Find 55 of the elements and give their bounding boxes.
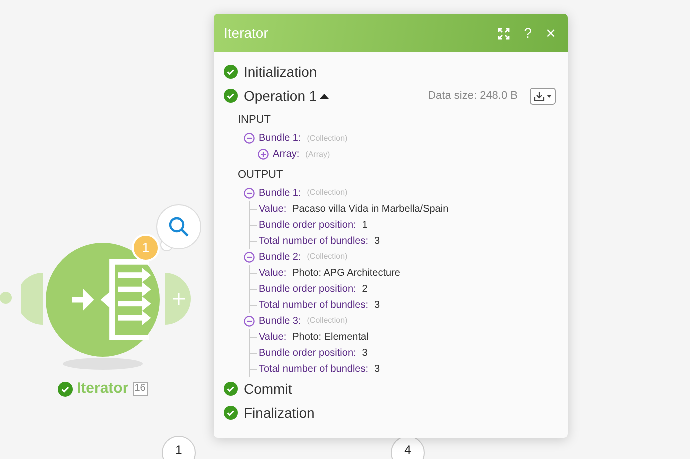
- field-key: Bundle 2:: [259, 250, 302, 264]
- module-id-badge: 16: [132, 382, 148, 396]
- field-key: Bundle 3:: [259, 314, 302, 328]
- field-type: (Collection): [307, 132, 348, 144]
- field-key: Value:: [259, 330, 287, 344]
- field-value: 3: [374, 234, 380, 248]
- collapse-icon[interactable]: [244, 316, 255, 326]
- field-value: 1: [362, 218, 368, 232]
- collapse-icon[interactable]: [244, 188, 255, 198]
- field-value: 2: [362, 282, 368, 296]
- field-type: (Array): [306, 148, 330, 160]
- field-key: Total number of bundles:: [259, 298, 369, 312]
- fullscreen-button[interactable]: [498, 26, 510, 40]
- field-key: Value:: [259, 266, 287, 280]
- section-heading: INPUT: [237, 113, 272, 128]
- download-button[interactable]: [530, 88, 556, 104]
- input-handle[interactable]: [21, 273, 43, 325]
- field-key: Bundle 1:: [259, 131, 302, 146]
- field-key: Bundle order position:: [259, 218, 356, 232]
- field-type: (Collection): [307, 187, 348, 199]
- field-type: (Collection): [307, 315, 348, 327]
- search-button[interactable]: [156, 204, 202, 250]
- expand-icon[interactable]: [258, 149, 269, 160]
- collapse-icon[interactable]: [244, 252, 255, 262]
- module-name: Iterator: [77, 379, 129, 399]
- canvas-node[interactable]: 1: [162, 436, 196, 459]
- field-key: Value:: [259, 202, 287, 216]
- field-key: Bundle order position:: [259, 346, 356, 360]
- field-type: (Collection): [307, 251, 348, 263]
- panel-title: Iterator: [224, 24, 270, 42]
- field-value: Pacaso villa Vida in Marbella/Spain: [292, 202, 449, 216]
- field-key: Total number of bundles:: [259, 362, 369, 376]
- collapse-icon[interactable]: [244, 133, 255, 144]
- add-handle[interactable]: [165, 273, 192, 325]
- fullscreen-icon: [498, 28, 510, 40]
- caret-icon: [547, 94, 552, 98]
- data-size: Data size: 248.0 B: [428, 88, 518, 104]
- field-value: Photo: Elemental: [292, 330, 369, 344]
- download-icon: [534, 90, 545, 102]
- field-key: Bundle 1:: [259, 186, 302, 200]
- phase-label[interactable]: Operation 1: [244, 86, 318, 106]
- connector-dot-icon: [0, 292, 12, 304]
- field-value: 3: [374, 298, 380, 312]
- field-key: Total number of bundles:: [259, 234, 369, 248]
- collapse-caret-icon[interactable]: [320, 92, 330, 100]
- section-heading: OUTPUT: [237, 168, 284, 182]
- phase-label: Finalization: [244, 404, 315, 422]
- field-key: Array:: [273, 147, 300, 162]
- field-key: Bundle order position:: [259, 282, 356, 296]
- field-value: 3: [374, 362, 380, 376]
- field-value: 3: [362, 346, 368, 360]
- phase-label: Initialization: [244, 62, 318, 82]
- phase-label: Commit: [244, 380, 292, 398]
- canvas-node[interactable]: 4: [391, 436, 425, 459]
- field-value: Photo: APG Architecture: [292, 266, 400, 280]
